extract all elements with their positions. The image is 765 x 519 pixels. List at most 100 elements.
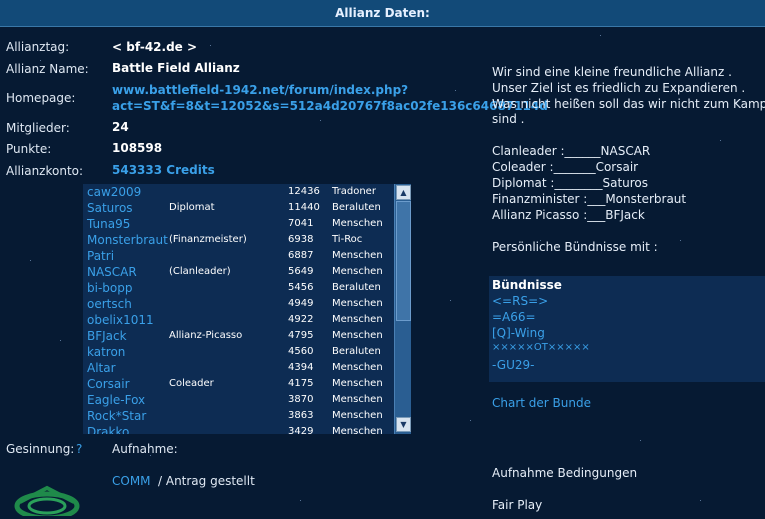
member-points: 12436 [288, 186, 320, 197]
member-points: 3870 [288, 394, 314, 405]
homepage-label: Homepage: [6, 91, 76, 105]
member-race: Menschen [332, 298, 383, 309]
member-row[interactable]: Altar 4394 Menschen [83, 360, 393, 376]
member-role: Diplomat [169, 202, 215, 213]
member-name[interactable]: obelix1011 [87, 312, 154, 328]
personal-alliances-label: Persönliche Bündnisse mit : [492, 240, 658, 254]
alliances-box: Bündnisse <=RS=> =A66= [Q]-Wing ×××××OT×… [489, 276, 765, 382]
member-list-scrollbar[interactable]: ▲ ▼ [394, 184, 411, 434]
member-name[interactable]: katron [87, 344, 125, 360]
member-points: 4394 [288, 362, 314, 373]
homepage-link-line1[interactable]: www.battlefield-1942.net/forum/index.php… [112, 83, 408, 97]
homepage-link-line2[interactable]: act=ST&f=8&t=12052&s=512a4d20767f8ac02fe… [112, 99, 548, 113]
gesinnung-label: Gesinnung: [6, 442, 75, 456]
member-race: Menschen [332, 266, 383, 277]
member-race: Tradoner [332, 186, 376, 197]
chart-link[interactable]: Chart der Bunde [492, 395, 591, 411]
alliance-item[interactable]: -GU29- [492, 358, 534, 372]
alliance-name-value: Battle Field Allianz [112, 61, 240, 75]
role-diplomat: Diplomat :________Saturos [492, 176, 649, 190]
member-points: 6887 [288, 250, 314, 261]
member-row[interactable]: Monsterbraut (Finanzmeister) 6938 Ti-Roc [83, 232, 393, 248]
member-row[interactable]: katron 4560 Beraluten [83, 344, 393, 360]
member-name[interactable]: Drakko [87, 424, 129, 434]
member-race: Menschen [332, 378, 383, 389]
member-name[interactable]: BFJack [87, 328, 127, 344]
member-name[interactable]: bi-bopp [87, 280, 132, 296]
member-row[interactable]: Corsair Coleader 4175 Menschen [83, 376, 393, 392]
member-race: Beraluten [332, 202, 381, 213]
members-value: 24 [112, 120, 129, 134]
conditions-label: Aufnahme Bedingungen [492, 466, 638, 480]
member-name[interactable]: Altar [87, 360, 116, 376]
member-row[interactable]: Eagle-Fox 3870 Menschen [83, 392, 393, 408]
member-name[interactable]: Saturos [87, 200, 133, 216]
member-row[interactable]: Drakko 3429 Menschen [83, 424, 393, 434]
scroll-down-icon[interactable]: ▼ [396, 417, 411, 432]
member-race: Menschen [332, 250, 383, 261]
members-label: Mitglieder: [6, 121, 70, 135]
member-race: Beraluten [332, 346, 381, 357]
gesinnung-help-link[interactable]: ? [76, 442, 82, 456]
alliance-item[interactable]: =A66= [492, 310, 536, 324]
member-role: Coleader [169, 378, 214, 389]
member-points: 11440 [288, 202, 320, 213]
member-points: 3429 [288, 426, 314, 434]
member-row[interactable]: Saturos Diplomat 11440 Beraluten [83, 200, 393, 216]
member-row[interactable]: obelix1011 4922 Menschen [83, 312, 393, 328]
alliance-item[interactable]: <=RS=> [492, 294, 548, 308]
member-row[interactable]: Rock*Star 3863 Menschen [83, 408, 393, 424]
member-list[interactable]: caw2009 12436 Tradoner Saturos Diplomat 11440… [83, 184, 411, 434]
member-points: 6938 [288, 234, 314, 245]
member-row[interactable]: oertsch 4949 Menschen [83, 296, 393, 312]
member-row[interactable]: NASCAR (Clanleader) 5649 Menschen [83, 264, 393, 280]
member-name[interactable]: Corsair [87, 376, 130, 392]
member-name[interactable]: Tuna95 [87, 216, 130, 232]
member-row[interactable]: bi-bopp 5456 Beraluten [83, 280, 393, 296]
role-picasso: Allianz Picasso :___BFJack [492, 208, 645, 222]
alliance-logo-icon [14, 485, 80, 516]
description-line-2: Unser Ziel ist es friedlich zu Expandier… [492, 81, 746, 95]
role-clanleader: Clanleader :______NASCAR [492, 144, 651, 158]
member-role: (Finanzmeister) [169, 234, 247, 245]
alliance-name-label: Allianz Name: [6, 62, 89, 76]
member-row[interactable]: Patri 6887 Menschen [83, 248, 393, 264]
member-name[interactable]: oertsch [87, 296, 132, 312]
account-value: 543333 Credits [112, 163, 215, 177]
points-value: 108598 [112, 141, 163, 155]
alliance-item[interactable]: [Q]-Wing [492, 326, 545, 340]
member-race: Menschen [332, 426, 383, 434]
member-race: Ti-Roc [332, 234, 363, 245]
member-row[interactable]: caw2009 12436 Tradoner [83, 184, 393, 200]
member-race: Menschen [332, 330, 383, 341]
scroll-thumb[interactable] [396, 201, 411, 321]
member-race: Menschen [332, 394, 383, 405]
member-role: (Clanleader) [169, 266, 231, 277]
fair-play-text: Fair Play [492, 498, 543, 512]
scroll-up-icon[interactable]: ▲ [396, 185, 411, 200]
account-label: Allianzkonto: [6, 164, 84, 178]
member-race: Beraluten [332, 282, 381, 293]
role-finanzminister: Finanzminister :___Monsterbraut [492, 192, 687, 206]
points-label: Punkte: [6, 142, 52, 156]
member-points: 5649 [288, 266, 314, 277]
member-race: Menschen [332, 218, 383, 229]
member-name[interactable]: Rock*Star [87, 408, 146, 424]
member-row[interactable]: BFJack Allianz-Picasso 4795 Menschen [83, 328, 393, 344]
member-points: 4175 [288, 378, 314, 389]
member-name[interactable]: Monsterbraut [87, 232, 168, 248]
antrag-status: / Antrag gestellt [158, 474, 255, 488]
comm-link[interactable]: COMM [112, 474, 151, 488]
role-coleader: Coleader :_______Corsair [492, 160, 639, 174]
member-points: 4560 [288, 346, 314, 357]
description-line-4: sind . [492, 112, 525, 126]
member-name[interactable]: Patri [87, 248, 114, 264]
alliance-item[interactable]: ×××××OT××××× [492, 342, 590, 353]
member-row[interactable]: Tuna95 7041 Menschen [83, 216, 393, 232]
member-race: Menschen [332, 362, 383, 373]
member-points: 5456 [288, 282, 314, 293]
alliance-tag-value: < bf-42.de > [112, 40, 198, 54]
member-name[interactable]: NASCAR [87, 264, 137, 280]
member-name[interactable]: caw2009 [87, 184, 141, 200]
member-name[interactable]: Eagle-Fox [87, 392, 145, 408]
